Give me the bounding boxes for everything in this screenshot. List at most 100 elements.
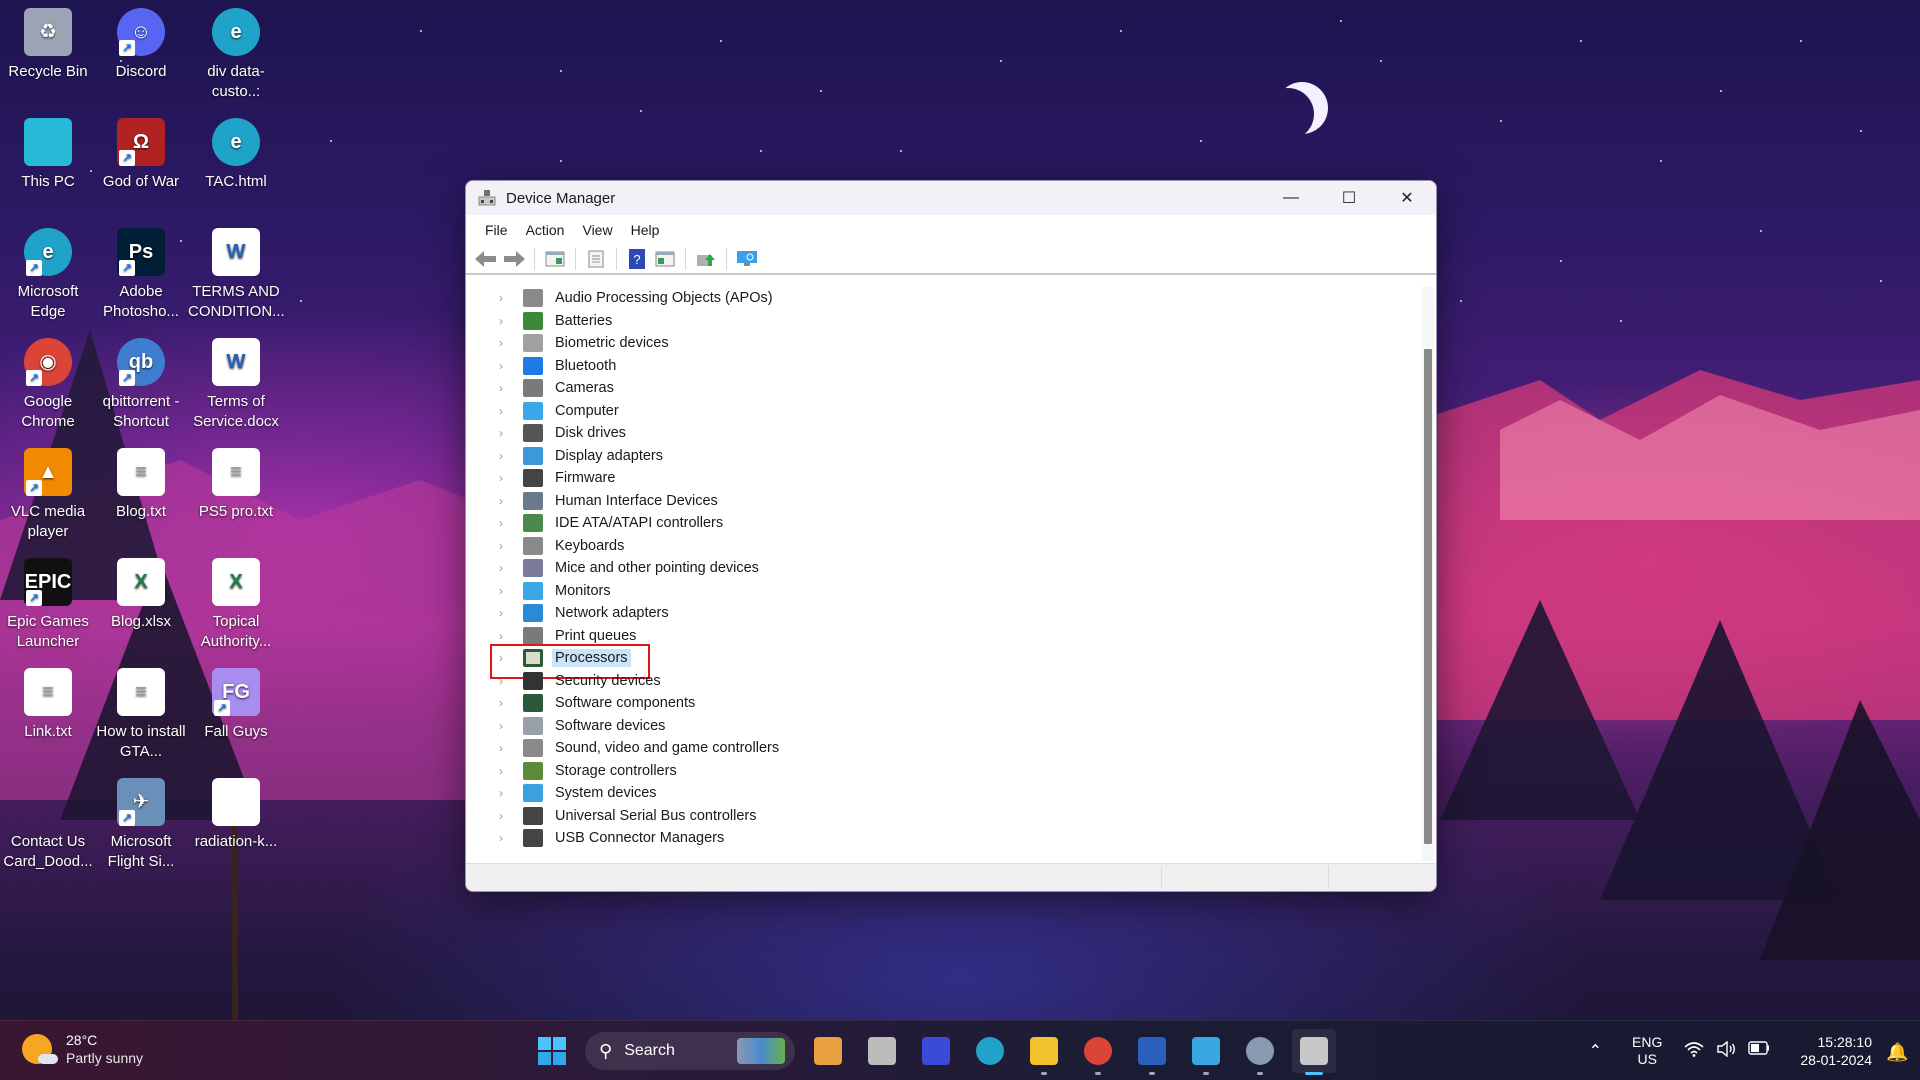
show-hide-console-tree-button[interactable] [542, 247, 568, 271]
expand-chevron-icon[interactable]: › [499, 674, 513, 688]
input-language[interactable]: ENG US [1632, 1034, 1662, 1068]
tree-item-storage-controllers[interactable]: › Storage controllers [466, 760, 1422, 783]
tree-item-batteries[interactable]: › Batteries [466, 310, 1422, 333]
copilot-taskbar-button[interactable] [806, 1029, 850, 1073]
tree-item-security-devices[interactable]: › Security devices [466, 670, 1422, 693]
close-button[interactable]: ✕ [1378, 181, 1436, 215]
desktop-icon[interactable]: ☺ ↗ Discord [93, 8, 189, 82]
scan-hardware-button[interactable] [734, 247, 760, 271]
desktop-icon[interactable]: radiation-k... [188, 778, 284, 852]
desktop-icon[interactable]: FG ↗ Fall Guys [188, 668, 284, 742]
forward-button[interactable] [501, 247, 527, 271]
desktop-icon[interactable]: EPIC ↗ Epic Games Launcher [0, 558, 96, 652]
desktop-icon[interactable]: W TERMS AND CONDITION... [188, 228, 285, 322]
back-button[interactable] [473, 247, 499, 271]
expand-chevron-icon[interactable]: › [499, 786, 513, 800]
desktop-icon[interactable]: Ps ↗ Adobe Photosho... [93, 228, 189, 322]
desktop-icon[interactable]: e TAC.html [188, 118, 284, 192]
desktop-icon[interactable]: W Terms of Service.docx [188, 338, 284, 432]
desktop-icon[interactable]: ≡ How to install GTA... [93, 668, 189, 762]
maximize-button[interactable]: ☐ [1320, 181, 1378, 215]
weather-widget[interactable]: 28°C Partly sunny [22, 1031, 143, 1067]
scrollbar-thumb[interactable] [1424, 349, 1432, 844]
expand-chevron-icon[interactable]: › [499, 404, 513, 418]
tree-item-mice-and-other-pointing-devices[interactable]: › Mice and other pointing devices [466, 557, 1422, 580]
expand-chevron-icon[interactable]: › [499, 336, 513, 350]
desktop-icon[interactable]: ≡ Blog.txt [93, 448, 189, 522]
expand-chevron-icon[interactable]: › [499, 359, 513, 373]
desktop-icon[interactable]: ≡ PS5 pro.txt [188, 448, 284, 522]
expand-chevron-icon[interactable]: › [499, 606, 513, 620]
app-taskbar-button[interactable] [914, 1029, 958, 1073]
tree-item-network-adapters[interactable]: › Network adapters [466, 602, 1422, 625]
menu-view[interactable]: View [573, 218, 621, 242]
vertical-scrollbar[interactable] [1422, 287, 1434, 861]
expand-chevron-icon[interactable]: › [499, 314, 513, 328]
tree-item-cameras[interactable]: › Cameras [466, 377, 1422, 400]
edge-taskbar-button[interactable] [968, 1029, 1012, 1073]
tree-item-software-devices[interactable]: › Software devices [466, 715, 1422, 738]
update-driver-button[interactable] [693, 247, 719, 271]
tree-item-bluetooth[interactable]: › Bluetooth [466, 355, 1422, 378]
desktop-icon[interactable]: e div data-custo..: [188, 8, 284, 102]
tree-item-display-adapters[interactable]: › Display adapters [466, 445, 1422, 468]
expand-chevron-icon[interactable]: › [499, 426, 513, 440]
tree-item-monitors[interactable]: › Monitors [466, 580, 1422, 603]
menu-help[interactable]: Help [622, 218, 669, 242]
desktop-icon[interactable]: ◉ ↗ Google Chrome [0, 338, 96, 432]
notepad-taskbar-button[interactable] [1184, 1029, 1228, 1075]
notification-bell-icon[interactable]: 🔔 [1886, 1042, 1908, 1062]
expand-chevron-icon[interactable]: › [499, 764, 513, 778]
desktop-icon[interactable]: Ω ↗ God of War [93, 118, 189, 192]
minimize-button[interactable]: — [1262, 181, 1320, 215]
tree-item-software-components[interactable]: › Software components [466, 692, 1422, 715]
help-button[interactable]: ? [624, 247, 650, 271]
expand-chevron-icon[interactable]: › [499, 831, 513, 845]
expand-chevron-icon[interactable]: › [499, 809, 513, 823]
chrome-taskbar-button[interactable] [1076, 1029, 1120, 1075]
desktop-icon[interactable]: ✈ ↗ Microsoft Flight Si... [93, 778, 189, 872]
expand-chevron-icon[interactable]: › [499, 651, 513, 665]
expand-chevron-icon[interactable]: › [499, 471, 513, 485]
expand-chevron-icon[interactable]: › [499, 494, 513, 508]
desktop-icon[interactable]: This PC [0, 118, 96, 192]
desktop-icon[interactable]: ♻ Recycle Bin [0, 8, 96, 82]
task-view-taskbar-button[interactable] [860, 1029, 904, 1073]
file-explorer-taskbar-button[interactable] [1022, 1029, 1066, 1075]
taskbar-search[interactable]: ⚲ Search [585, 1032, 795, 1070]
expand-chevron-icon[interactable]: › [499, 719, 513, 733]
desktop-icon[interactable]: ≡ Link.txt [0, 668, 96, 742]
expand-chevron-icon[interactable]: › [499, 696, 513, 710]
menu-file[interactable]: File [476, 218, 517, 242]
title-bar[interactable]: Device Manager — ☐ ✕ [466, 181, 1436, 215]
tree-item-processors[interactable]: › Processors [466, 644, 1422, 679]
expand-chevron-icon[interactable]: › [499, 381, 513, 395]
tree-item-print-queues[interactable]: › Print queues [466, 625, 1422, 648]
quick-settings[interactable] [1684, 1040, 1770, 1062]
expand-chevron-icon[interactable]: › [499, 539, 513, 553]
tree-item-human-interface-devices[interactable]: › Human Interface Devices [466, 490, 1422, 513]
desktop-icon[interactable]: Contact Us Card_Dood... [0, 778, 96, 872]
start-button[interactable] [530, 1029, 574, 1073]
tree-item-system-devices[interactable]: › System devices [466, 782, 1422, 805]
tree-item-audio-processing-objects-apos[interactable]: › Audio Processing Objects (APOs) [466, 287, 1422, 310]
tree-item-disk-drives[interactable]: › Disk drives [466, 422, 1422, 445]
desktop-icon[interactable]: ▲ ↗ VLC media player [0, 448, 96, 542]
device-manager-taskbar-button[interactable] [1292, 1029, 1336, 1075]
properties-button[interactable] [583, 247, 609, 271]
desktop-icon[interactable]: X Blog.xlsx [93, 558, 189, 632]
expand-chevron-icon[interactable]: › [499, 584, 513, 598]
tree-item-ide-ata-atapi-controllers[interactable]: › IDE ATA/ATAPI controllers [466, 512, 1422, 535]
settings-taskbar-button[interactable] [1238, 1029, 1282, 1075]
desktop-icon[interactable]: e ↗ Microsoft Edge [0, 228, 96, 322]
clock[interactable]: 15:28:10 28-01-2024 [1800, 1033, 1872, 1069]
expand-chevron-icon[interactable]: › [499, 516, 513, 530]
desktop-icon[interactable]: qb ↗ qbittorrent - Shortcut [93, 338, 189, 432]
tree-item-sound-video-and-game-controllers[interactable]: › Sound, video and game controllers [466, 737, 1422, 760]
tree-item-firmware[interactable]: › Firmware [466, 467, 1422, 490]
tree-item-usb-connector-managers[interactable]: › USB Connector Managers [466, 827, 1422, 850]
expand-chevron-icon[interactable]: › [499, 449, 513, 463]
word-taskbar-button[interactable] [1130, 1029, 1174, 1075]
show-action-pane-button[interactable] [652, 247, 678, 271]
tree-item-biometric-devices[interactable]: › Biometric devices [466, 332, 1422, 355]
